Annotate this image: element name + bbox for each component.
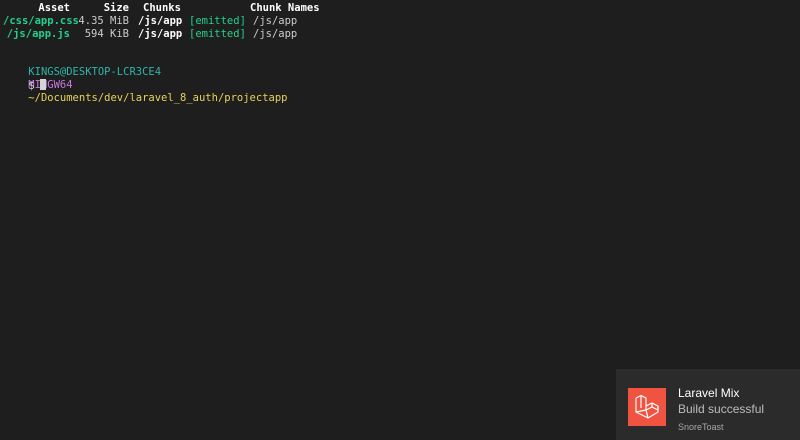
toast-attribution: SnoreToast [678,422,724,432]
text-cursor [39,79,46,90]
asset-table-header: Asset Size Chunks Chunk Names [3,2,403,15]
asset-chunk-name: /js/app [253,28,298,40]
prompt-line: KINGS@DESKTOP-LCR3CE4 MINGW64 ~/Document… [3,53,287,104]
header-asset: Asset [38,2,70,14]
asset-table-row: /css/app.css 4.35 MiB /js/app [emitted] … [3,15,403,28]
asset-status: [emitted] [189,28,246,40]
asset-status: [emitted] [189,15,246,27]
asset-chunks: /js/app [138,15,183,27]
asset-chunk-name: /js/app [253,15,298,27]
toast-notification[interactable]: Laravel Mix Build successful SnoreToast [616,369,800,440]
toast-body: Build successful [678,402,765,416]
asset-size: 4.35 MiB [78,15,129,27]
header-size: Size [103,2,129,14]
asset-size: 594 KiB [84,28,129,40]
asset-chunks: /js/app [138,28,183,40]
asset-name: /css/app.css [3,15,79,27]
laravel-logo-icon [628,388,666,426]
prompt-user-host: KINGS@DESKTOP-LCR3CE4 [28,66,162,78]
header-chunk-names: Chunk Names [250,2,320,14]
input-line[interactable]: $ [3,66,46,92]
toast-title: Laravel Mix [678,386,740,400]
asset-table-row: /js/app.js 594 KiB /js/app [emitted] /js… [3,28,403,41]
header-chunks: Chunks [143,2,181,14]
asset-name: /js/app.js [6,28,70,40]
prompt-symbol: $ [28,80,35,92]
prompt-path: ~/Documents/dev/laravel_8_auth/projectap… [28,92,288,104]
